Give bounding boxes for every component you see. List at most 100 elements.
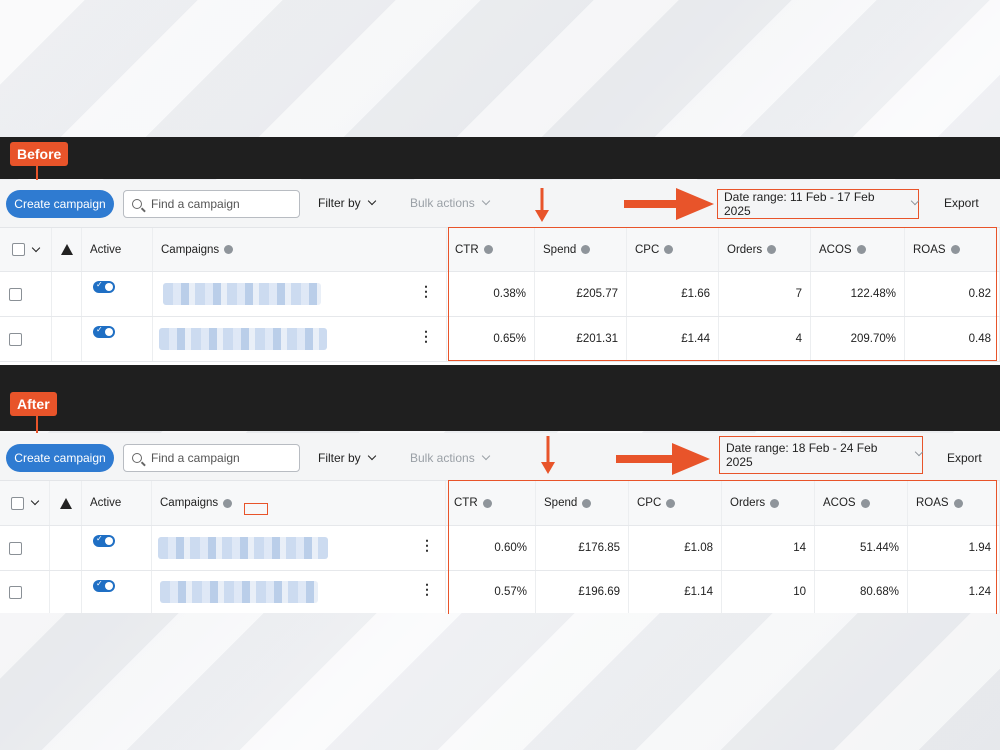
date-range-selector[interactable]: Date range: 11 Feb - 17 Feb 2025	[717, 189, 920, 219]
redacted-campaign-name	[160, 581, 318, 603]
alert-header-cell	[50, 481, 82, 525]
export-button[interactable]: Export	[944, 196, 979, 210]
table-header-row: Active Campaigns CTR Spend CPC Orders AC…	[0, 228, 1000, 272]
search-input[interactable]: Find a campaign	[123, 190, 300, 218]
search-input[interactable]: Find a campaign	[123, 444, 300, 472]
row-alert-cell	[52, 317, 82, 361]
chevron-down-icon[interactable]	[31, 243, 41, 252]
create-campaign-button[interactable]: Create campaign	[6, 444, 114, 472]
col-orders-label: Orders	[727, 243, 763, 256]
info-icon	[224, 245, 234, 254]
row-active-cell	[82, 317, 153, 361]
filter-by-dropdown[interactable]: Filter by	[318, 451, 376, 465]
row-select-cell[interactable]	[0, 571, 50, 613]
select-all-checkbox[interactable]	[12, 243, 25, 256]
table-row: ⋮ 0.38% £205.77 £1.66 7 122.48% 0.82	[0, 272, 1000, 317]
row-checkbox[interactable]	[9, 585, 22, 599]
cell-orders: 14	[722, 526, 815, 570]
chevron-down-icon	[910, 196, 920, 206]
col-spend-label: Spend	[544, 497, 578, 509]
warning-icon	[59, 497, 72, 509]
col-orders[interactable]: Orders	[722, 481, 815, 525]
row-checkbox[interactable]	[9, 287, 22, 301]
info-icon	[770, 498, 780, 508]
chevron-down-icon	[367, 451, 376, 461]
cell-cpc: £1.14	[629, 571, 722, 613]
campaign-name-cell[interactable]: ⋮	[153, 272, 447, 316]
cell-ctr: 0.38%	[447, 272, 535, 316]
row-alert-cell	[50, 526, 82, 570]
active-toggle[interactable]	[93, 534, 115, 547]
col-roas-label: ROAS	[916, 497, 949, 509]
cell-spend: £205.77	[535, 272, 627, 316]
row-alert-cell	[52, 272, 82, 316]
campaign-name-cell[interactable]: ⋮	[153, 317, 447, 361]
search-placeholder: Find a campaign	[151, 451, 240, 465]
col-active[interactable]: Active	[82, 481, 152, 525]
row-checkbox[interactable]	[9, 332, 22, 346]
select-all-cell[interactable]	[0, 228, 52, 271]
cell-orders: 4	[719, 317, 811, 361]
row-checkbox[interactable]	[9, 541, 22, 555]
col-cpc[interactable]: CPC	[627, 228, 719, 271]
cell-cpc: £1.44	[627, 317, 719, 361]
select-all-checkbox[interactable]	[11, 496, 24, 510]
cell-ctr: 0.65%	[447, 317, 535, 361]
info-icon	[483, 245, 493, 254]
info-icon	[581, 245, 591, 254]
campaign-name-cell[interactable]: ⋮	[152, 571, 446, 613]
row-select-cell[interactable]	[0, 526, 50, 570]
col-ctr[interactable]: CTR	[446, 481, 536, 525]
info-icon	[953, 498, 963, 508]
more-actions-icon[interactable]: ⋮	[419, 283, 433, 300]
select-all-cell[interactable]	[0, 481, 50, 525]
col-cpc[interactable]: CPC	[629, 481, 722, 525]
before-table: Active Campaigns CTR Spend CPC Orders AC…	[0, 228, 1000, 365]
col-acos[interactable]: ACOS	[811, 228, 905, 271]
info-icon	[482, 498, 492, 508]
row-select-cell[interactable]	[0, 272, 52, 316]
arrow-down-icon	[535, 188, 549, 222]
campaign-name-cell[interactable]: ⋮	[152, 526, 446, 570]
active-toggle[interactable]	[93, 280, 115, 293]
bulk-actions-dropdown[interactable]: Bulk actions	[410, 451, 490, 465]
col-campaigns[interactable]: Campaigns	[152, 481, 446, 525]
more-actions-icon[interactable]: ⋮	[420, 537, 434, 554]
col-roas[interactable]: ROAS	[908, 481, 1000, 525]
redacted-campaign-name	[163, 283, 321, 305]
row-select-cell[interactable]	[0, 317, 52, 361]
col-ctr-label: CTR	[455, 243, 479, 256]
table-row: ⋮ 0.65% £201.31 £1.44 4 209.70% 0.48	[0, 317, 1000, 362]
chevron-down-icon	[914, 447, 924, 457]
bulk-actions-label: Bulk actions	[410, 451, 475, 465]
chevron-down-icon[interactable]	[30, 496, 40, 506]
col-spend[interactable]: Spend	[536, 481, 629, 525]
col-active[interactable]: Active	[82, 228, 153, 271]
col-acos[interactable]: ACOS	[815, 481, 908, 525]
col-ctr[interactable]: CTR	[447, 228, 535, 271]
filter-by-dropdown[interactable]: Filter by	[318, 196, 376, 210]
cell-acos: 122.48%	[811, 272, 905, 316]
chevron-down-icon	[481, 196, 490, 206]
col-campaigns[interactable]: Campaigns	[153, 228, 447, 271]
date-range-selector[interactable]: Date range: 18 Feb - 24 Feb 2025	[719, 436, 924, 474]
after-toolbar: Create campaign Find a campaign Filter b…	[0, 433, 1000, 481]
col-orders[interactable]: Orders	[719, 228, 811, 271]
col-cpc-label: CPC	[635, 243, 660, 256]
col-cpc-label: CPC	[637, 497, 662, 509]
bulk-actions-label: Bulk actions	[410, 196, 475, 210]
cell-ctr: 0.60%	[446, 526, 536, 570]
more-actions-icon[interactable]: ⋮	[420, 581, 434, 598]
active-toggle[interactable]	[93, 325, 115, 338]
before-tag: Before	[10, 142, 69, 166]
search-icon	[132, 453, 142, 463]
bulk-actions-dropdown[interactable]: Bulk actions	[410, 196, 490, 210]
col-campaigns-label: Campaigns	[161, 243, 220, 256]
col-spend[interactable]: Spend	[535, 228, 627, 271]
active-toggle[interactable]	[93, 579, 115, 592]
export-button[interactable]: Export	[947, 451, 982, 465]
info-icon	[856, 245, 866, 254]
col-roas[interactable]: ROAS	[905, 228, 1000, 271]
create-campaign-button[interactable]: Create campaign	[6, 190, 114, 218]
more-actions-icon[interactable]: ⋮	[419, 328, 433, 345]
